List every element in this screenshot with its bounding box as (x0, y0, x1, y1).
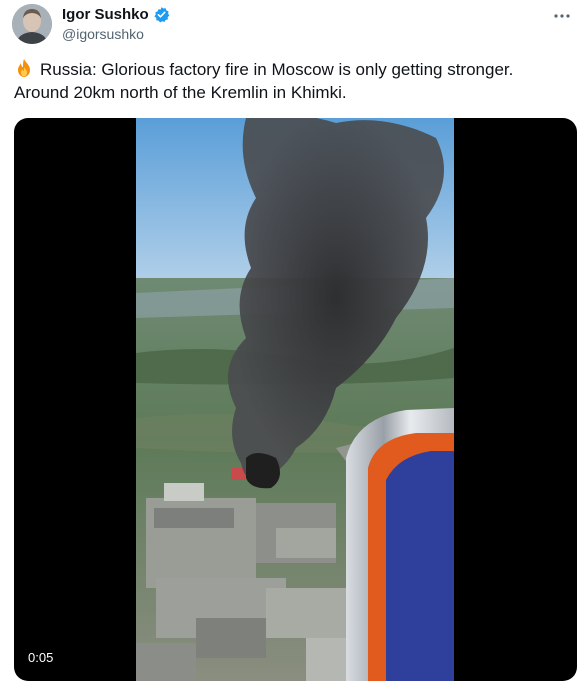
video-thumbnail (136, 118, 454, 681)
tweet-header: Igor Sushko @igorsushko (12, 4, 578, 46)
video-duration: 0:05 (28, 650, 54, 665)
tweet-text-line-2: Around 20km north of the Kremlin in Khim… (14, 83, 347, 102)
verified-badge-icon (153, 6, 170, 23)
tweet-card: Igor Sushko @igorsushko Russia: Glorious… (0, 0, 588, 693)
author-name[interactable]: Igor Sushko (62, 6, 149, 23)
author-row: Igor Sushko (62, 6, 170, 23)
author-handle[interactable]: @igorsushko (62, 26, 144, 42)
tweet-text-line-1-content: Russia: Glorious factory fire in Moscow … (40, 60, 514, 79)
video-player[interactable]: 0:05 (14, 118, 577, 681)
avatar[interactable] (12, 4, 52, 44)
tweet-text: Russia: Glorious factory fire in Moscow … (14, 58, 574, 104)
video-frame[interactable] (136, 118, 454, 681)
tweet-text-line-1: Russia: Glorious factory fire in Moscow … (14, 58, 574, 81)
more-options-icon[interactable] (550, 6, 574, 26)
fire-emoji-icon (14, 58, 34, 78)
